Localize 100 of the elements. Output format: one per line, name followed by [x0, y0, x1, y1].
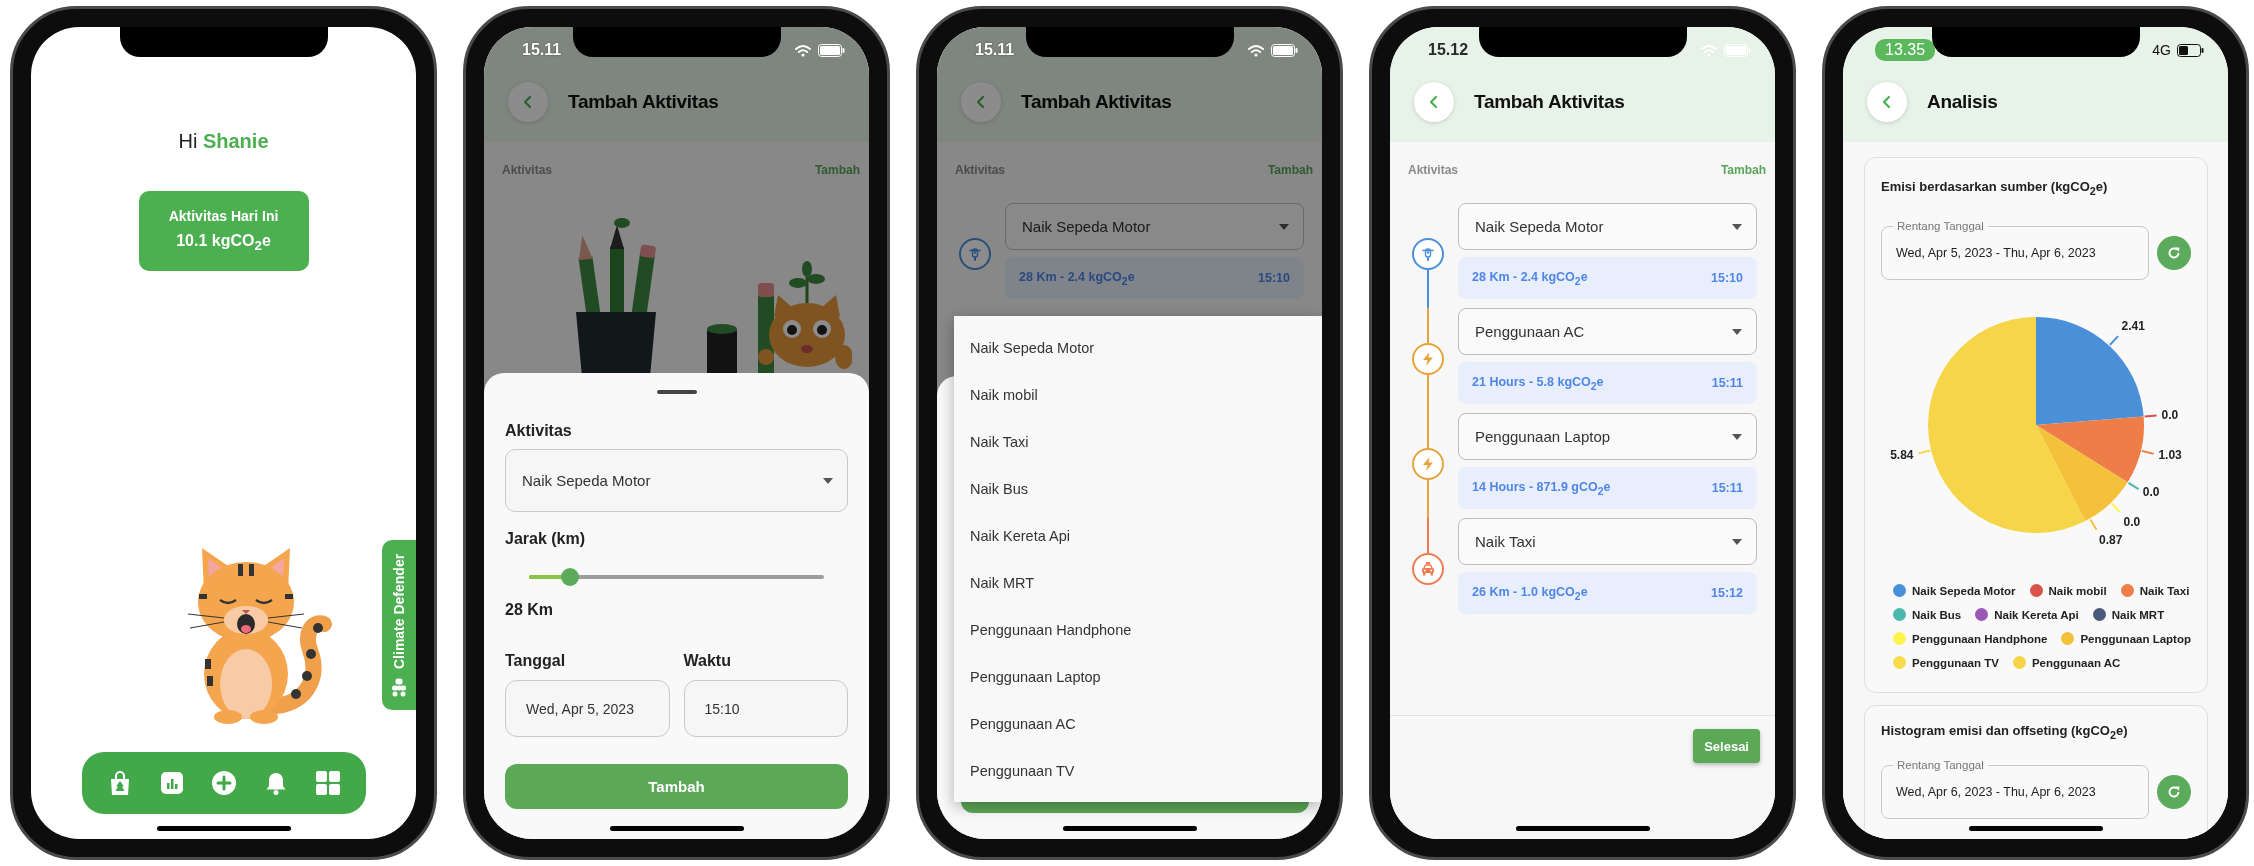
field-label: Waktu [683, 651, 732, 671]
data-label: 5.84 [1890, 447, 1914, 462]
leader-line [1917, 449, 1932, 454]
drag-handle[interactable] [656, 390, 697, 394]
slider-thumb[interactable] [561, 568, 580, 586]
caret-icon [1279, 223, 1289, 230]
people-icon [391, 676, 407, 697]
screen-title: Tambah Aktivitas [568, 91, 719, 113]
back-button[interactable] [1414, 82, 1454, 122]
caret-icon [823, 477, 833, 484]
legend-label: Penggunaan TV [1912, 655, 1999, 671]
card-title: Histogram emisi dan offseting (kgCO$_{2}$e) [1881, 721, 2129, 743]
data-label: 1.03 [2158, 447, 2182, 462]
entry-detail: 28 Km - 2.4 kgCO$_{2}$e [1019, 269, 1135, 287]
legend-label: Naik mobil [2048, 583, 2107, 599]
screen-title: Tambah Aktivitas [1474, 91, 1625, 113]
dropdown-option[interactable]: Penggunaan Handphone [954, 606, 1322, 653]
date-field[interactable]: Wed, Apr 5, 2023 [505, 680, 670, 737]
distance-slider[interactable] [529, 567, 824, 587]
dropdown-option[interactable]: Naik Kereta Api [954, 512, 1322, 559]
field-label: Jarak (km) [505, 529, 587, 549]
dropdown-option[interactable]: Naik mobil [954, 371, 1322, 418]
battery-icon [2177, 43, 2204, 57]
data-label: 0.0 [2123, 514, 2141, 529]
data-label: 2.41 [2121, 319, 2145, 334]
entry-time: 15:10 [1258, 271, 1290, 285]
grid-icon[interactable] [314, 770, 341, 796]
legend-label: Naik Taxi [2139, 583, 2190, 599]
entry-time: 15:12 [1711, 586, 1743, 600]
entry-detail: 26 Km - 1.0 kgCO$_{2}$e [1472, 584, 1588, 602]
legend-label: Penggunaan Handphone [1912, 631, 2048, 647]
dropdown-option[interactable]: Penggunaan TV [954, 747, 1322, 794]
activity-dropdown[interactable]: Penggunaan AC [1458, 308, 1757, 355]
battery-icon [818, 43, 845, 57]
network-label: 4G [2152, 42, 2171, 58]
screen-title: Tambah Aktivitas [1021, 91, 1172, 113]
bar-chart-icon[interactable] [158, 770, 185, 796]
section-label: Aktivitas [1408, 162, 1459, 178]
dropdown-option[interactable]: Naik Sepeda Motor [954, 324, 1322, 371]
leader-line [2110, 502, 2122, 513]
section-label: Aktivitas [955, 162, 1006, 178]
legend-label: Naik Sepeda Motor [1912, 583, 2016, 599]
battery-icon [1271, 43, 1298, 57]
data-label: 0.87 [2099, 532, 2123, 547]
entry-detail: 28 Km - 2.4 kgCO$_{2}$e [1472, 269, 1588, 287]
data-label: 0.0 [2142, 484, 2160, 499]
field-label: Tanggal [505, 651, 567, 671]
legend-label: Naik Kereta Api [1994, 607, 2079, 623]
back-button[interactable] [961, 82, 1001, 122]
add-icon[interactable] [210, 770, 237, 796]
time-field[interactable]: 15:10 [683, 680, 848, 737]
back-button[interactable] [1867, 82, 1907, 122]
screen-title: Analisis [1927, 91, 1998, 113]
status-time: 15.11 [975, 41, 1015, 59]
caret-icon [1732, 328, 1742, 335]
wifi-icon [1700, 43, 1718, 57]
leader-line [2127, 481, 2140, 490]
status-time: 15.11 [522, 41, 562, 59]
activity-dropdown[interactable]: Naik Sepeda Motor [1005, 203, 1304, 250]
refresh-button[interactable] [2157, 235, 2191, 270]
leader-line [2143, 414, 2158, 417]
refresh-button[interactable] [2157, 775, 2191, 810]
card-title: Emisi berdasarkan sumber (kgCO$_{2}$e) [1881, 178, 2109, 199]
dropdown-option[interactable]: Naik Bus [954, 465, 1322, 512]
field-label: Aktivitas [505, 421, 573, 441]
dropdown-option[interactable]: Penggunaan Laptop [954, 653, 1322, 700]
motorcycle-icon [959, 238, 991, 270]
caret-icon [1732, 223, 1742, 230]
dropdown-option[interactable]: Naik MRT [954, 559, 1322, 606]
entry-time: 15:11 [1711, 481, 1743, 495]
wifi-icon [1247, 43, 1265, 57]
distance-value: 28 Km [505, 600, 555, 620]
activity-dropdown[interactable]: Naik Sepeda Motor [1458, 203, 1757, 250]
section-label: Aktivitas [502, 162, 553, 178]
dropdown-option[interactable]: Naik Taxi [954, 418, 1322, 465]
data-label: 0.0 [2161, 407, 2179, 422]
leader-line [2140, 449, 2155, 455]
entry-detail: 21 Hours - 5.8 kgCO$_{2}$e [1472, 374, 1604, 392]
entry-detail: 14 Hours - 871.9 gCO$_{2}$e [1472, 479, 1611, 497]
back-button[interactable] [508, 82, 548, 122]
summary-value: 10.1 kgCO$_{2}$e [176, 232, 271, 254]
dropdown-option[interactable]: Penggunaan AC [954, 700, 1322, 747]
entry-time: 15:11 [1711, 376, 1743, 390]
activity-dropdown[interactable]: Naik Sepeda Motor [505, 449, 848, 512]
caret-icon [1732, 538, 1742, 545]
legend-label: Penggunaan Laptop [2080, 631, 2191, 647]
legend-label: Penggunaan AC [2031, 655, 2121, 671]
entry-time: 15:10 [1711, 271, 1743, 285]
battery-icon [1724, 43, 1751, 57]
leader-line [2108, 334, 2120, 346]
status-time: 13.35 [1875, 39, 1936, 61]
leader-line [2089, 518, 2098, 531]
activity-dropdown[interactable]: Penggunaan Laptop [1458, 413, 1757, 460]
caret-icon [1732, 433, 1742, 440]
wifi-icon [794, 43, 812, 57]
summary-title: Aktivitas Hari Ini [168, 208, 279, 225]
activity-dropdown[interactable]: Naik Taxi [1458, 518, 1757, 565]
greeting: Hi Shanie [178, 129, 269, 153]
legend-label: Naik Bus [1912, 607, 1962, 623]
status-time: 15.12 [1428, 41, 1469, 59]
